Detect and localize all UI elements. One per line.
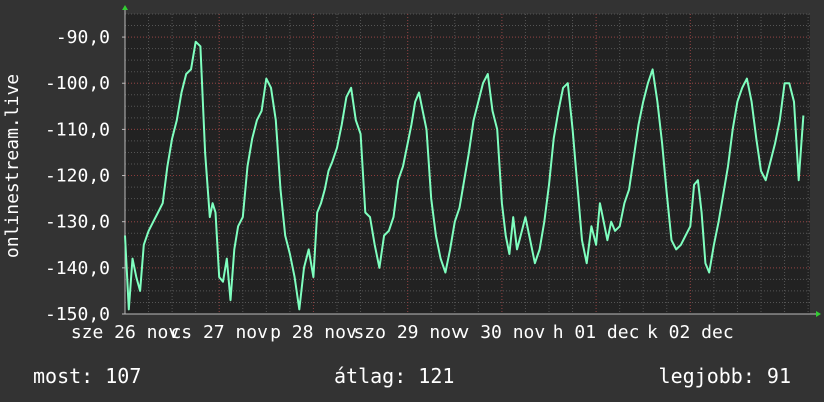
current-value: most: 107 xyxy=(33,364,142,388)
y-axis-label: onlinestream.live xyxy=(2,74,23,258)
average-value: átlag: 121 xyxy=(334,364,455,388)
line-chart: -90,0-100,0-110,0-120,0-130,0-140,0-150,… xyxy=(2,5,821,343)
x-tick-label: sze 26 nov xyxy=(71,322,179,343)
x-tick-label: cs 27 nov xyxy=(170,322,268,343)
y-tick-label: -120,0 xyxy=(45,166,110,187)
stats-bar: most: 107 átlag: 121 legjobb: 91 xyxy=(0,364,824,388)
y-axis-arrow-icon xyxy=(122,5,128,10)
y-tick-label: -110,0 xyxy=(45,119,110,140)
y-axis-ticks: -90,0-100,0-110,0-120,0-130,0-140,0-150,… xyxy=(45,27,125,325)
x-tick-label: h 01 dec xyxy=(553,322,640,343)
y-tick-label: -130,0 xyxy=(45,212,110,233)
x-tick-label: k 02 dec xyxy=(647,322,734,343)
x-axis-arrow-icon xyxy=(816,311,821,317)
x-tick-label: v 30 nov xyxy=(459,322,546,343)
y-tick-label: -90,0 xyxy=(56,27,110,48)
best-value: legjobb: 91 xyxy=(658,364,791,388)
x-axis-ticks: sze 26 novcs 27 nov p 28 novszo 29 novv 3… xyxy=(71,322,734,343)
x-tick-label: szo 29 nov xyxy=(353,322,461,343)
y-tick-label: -100,0 xyxy=(45,73,110,94)
y-tick-label: -140,0 xyxy=(45,258,110,279)
x-tick-label: p 28 nov xyxy=(270,322,357,343)
